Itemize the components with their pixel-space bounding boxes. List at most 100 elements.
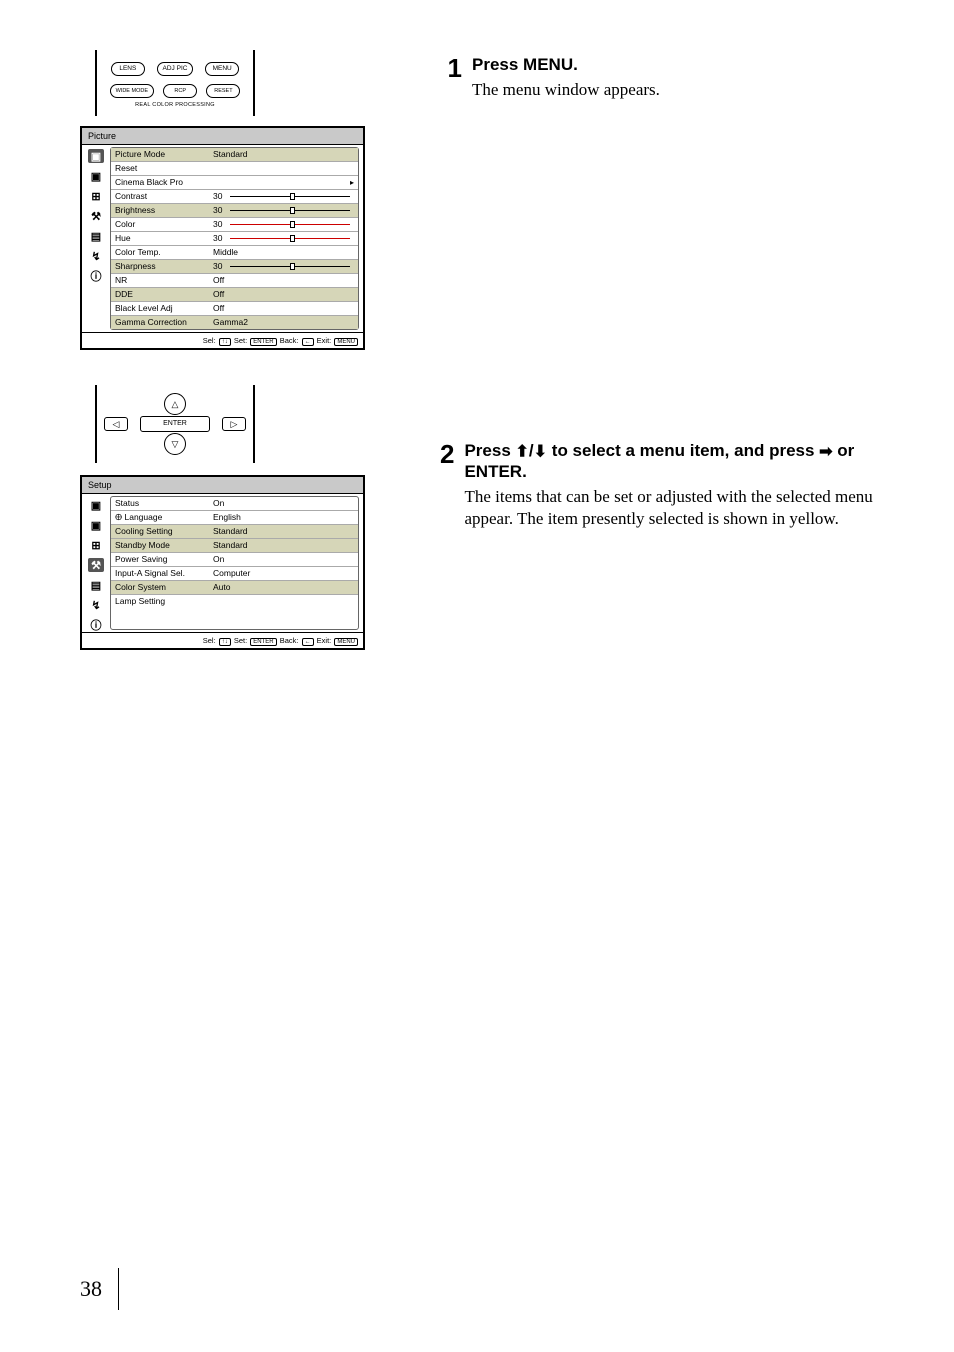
menu-row-label: Power Saving — [115, 553, 213, 566]
menu-row-value: Gamma2 — [213, 316, 354, 329]
menu-row-label: 🜨 Language — [115, 511, 213, 524]
menu-row-label: Lamp Setting — [115, 595, 213, 608]
menu-row-label: Black Level Adj — [115, 302, 213, 315]
menu-category-icon: ⊞ — [88, 538, 104, 552]
menu-category-icon: ⚒ — [88, 209, 104, 223]
menu-row-label: Brightness — [115, 204, 213, 217]
page-rule — [118, 1268, 119, 1310]
dpad-left-icon: ◁ — [104, 417, 128, 431]
step-2: 2 Press ⬆/⬇ to select a menu item, and p… — [440, 441, 874, 530]
icon-strip: ▣ ▣ ⊞ ⚒ ▤ ↯ ⓘ — [82, 494, 110, 632]
panel-title: Picture — [82, 128, 363, 145]
menu-row-value: Off — [213, 302, 354, 315]
menu-row: StatusOn — [111, 497, 358, 511]
icon-strip: ▣▣⊞⚒▤↯ⓘ — [82, 145, 110, 332]
step-number: 1 — [440, 55, 462, 101]
menu-row-value: 30 — [213, 260, 354, 273]
menu-row: Standby ModeStandard — [111, 539, 358, 553]
dpad-enter-button: ENTER — [140, 416, 210, 432]
remote-dpad: △ ◁ ENTER ▷ ▽ — [95, 385, 255, 463]
menu-row-value: Standard — [213, 148, 354, 161]
menu-row: Input-A Signal Sel.Computer — [111, 567, 358, 581]
remote-btn-widemode: WIDE MODE — [110, 84, 154, 98]
menu-panel-picture: Picture ▣▣⊞⚒▤↯ⓘ Picture ModeStandardRese… — [80, 126, 365, 350]
menu-row: DDEOff — [111, 288, 358, 302]
menu-row-label: Status — [115, 497, 213, 510]
menu-row-label: Reset — [115, 162, 213, 175]
menu-row-label: Color System — [115, 581, 213, 594]
menu-row: Lamp Setting — [111, 595, 358, 608]
menu-row: NROff — [111, 274, 358, 288]
menu-row-value: 30 — [213, 232, 354, 245]
panel-footer: Sel: ↑↓ Set: ENTER Back: ← Exit: MENU — [82, 632, 363, 648]
menu-row-value: 30 — [213, 218, 354, 231]
panel-footer: Sel: ↑↓ Set: ENTER Back: ← Exit: MENU — [82, 332, 363, 348]
dpad-down-icon: ▽ — [164, 433, 186, 455]
menu-row: Contrast30 — [111, 190, 358, 204]
slider-thumb-icon — [290, 235, 295, 242]
menu-category-icon: ▤ — [88, 229, 104, 243]
step-1: 1 Press MENU. The menu window appears. — [440, 55, 874, 101]
menu-row-label: Cooling Setting — [115, 525, 213, 538]
menu-row: Black Level AdjOff — [111, 302, 358, 316]
slider-track — [230, 196, 350, 197]
menu-row-label: Hue — [115, 232, 213, 245]
menu-row: 🜨 LanguageEnglish — [111, 511, 358, 525]
menu-row-label: Gamma Correction — [115, 316, 213, 329]
menu-row: Color30 — [111, 218, 358, 232]
menu-category-icon: ⓘ — [88, 618, 104, 632]
dpad-right-icon: ▷ — [222, 417, 246, 431]
menu-row-value: Standard — [213, 539, 354, 552]
menu-row: Gamma CorrectionGamma2 — [111, 316, 358, 329]
page-number: 38 — [80, 1276, 102, 1302]
menu-row-label: Color — [115, 218, 213, 231]
menu-row-value: Computer — [213, 567, 354, 580]
slider-track — [230, 266, 350, 267]
menu-category-icon: ⚒ — [88, 558, 104, 572]
menu-row: Sharpness30 — [111, 260, 358, 274]
menu-row-value: 30 — [213, 190, 354, 203]
remote-btn-menu: MENU — [205, 62, 239, 76]
step-description: The items that can be set or adjusted wi… — [464, 486, 874, 530]
menu-category-icon: ▤ — [88, 578, 104, 592]
menu-category-icon: ↯ — [88, 598, 104, 612]
menu-row-label: Standby Mode — [115, 539, 213, 552]
menu-category-icon: ▣ — [88, 498, 104, 512]
menu-row-value: Off — [213, 288, 354, 301]
remote-btn-adjpic: ADJ PIC — [157, 62, 194, 76]
submenu-arrow-icon: ▸ — [350, 176, 354, 189]
step-title: Press ⬆/⬇ to select a menu item, and pre… — [464, 441, 874, 482]
slider-thumb-icon — [290, 193, 295, 200]
menu-row-label: NR — [115, 274, 213, 287]
menu-row-value: On — [213, 497, 354, 510]
menu-row-label: Picture Mode — [115, 148, 213, 161]
menu-row: Color Temp.Middle — [111, 246, 358, 260]
menu-category-icon: ↯ — [88, 249, 104, 263]
menu-row-value: Standard — [213, 525, 354, 538]
up-arrow-icon: ⬆ — [516, 444, 529, 461]
step-description: The menu window appears. — [472, 79, 660, 101]
panel-title: Setup — [82, 477, 363, 494]
remote-btn-rcp: RCP — [163, 84, 197, 98]
menu-category-icon: ▣ — [88, 518, 104, 532]
remote-caption: REAL COLOR PROCESSING — [105, 102, 245, 108]
slider-thumb-icon — [290, 221, 295, 228]
remote-buttons-cluster: LENS ADJ PIC MENU WIDE MODE RCP RESET RE… — [95, 50, 255, 116]
menu-category-icon: ⊞ — [88, 189, 104, 203]
slider-track — [230, 238, 350, 239]
step-title: Press MENU. — [472, 55, 660, 75]
menu-row-label: Input-A Signal Sel. — [115, 567, 213, 580]
slider-track — [230, 210, 350, 211]
slider-thumb-icon — [290, 207, 295, 214]
menu-panel-setup: Setup ▣▣⊞⚒▤↯ⓘ StatusOn🜨 LanguageEnglishC… — [80, 475, 365, 650]
menu-row-value: ▸ — [213, 176, 354, 189]
menu-row: Cinema Black Pro▸ — [111, 176, 358, 190]
menu-row-value: Middle — [213, 246, 354, 259]
menu-row-value — [213, 162, 354, 175]
menu-row-value: Auto — [213, 581, 354, 594]
menu-row: Hue30 — [111, 232, 358, 246]
menu-row-value: On — [213, 553, 354, 566]
right-arrow-icon: ➡ — [819, 444, 832, 461]
menu-row: Cooling SettingStandard — [111, 525, 358, 539]
menu-row: Reset — [111, 162, 358, 176]
